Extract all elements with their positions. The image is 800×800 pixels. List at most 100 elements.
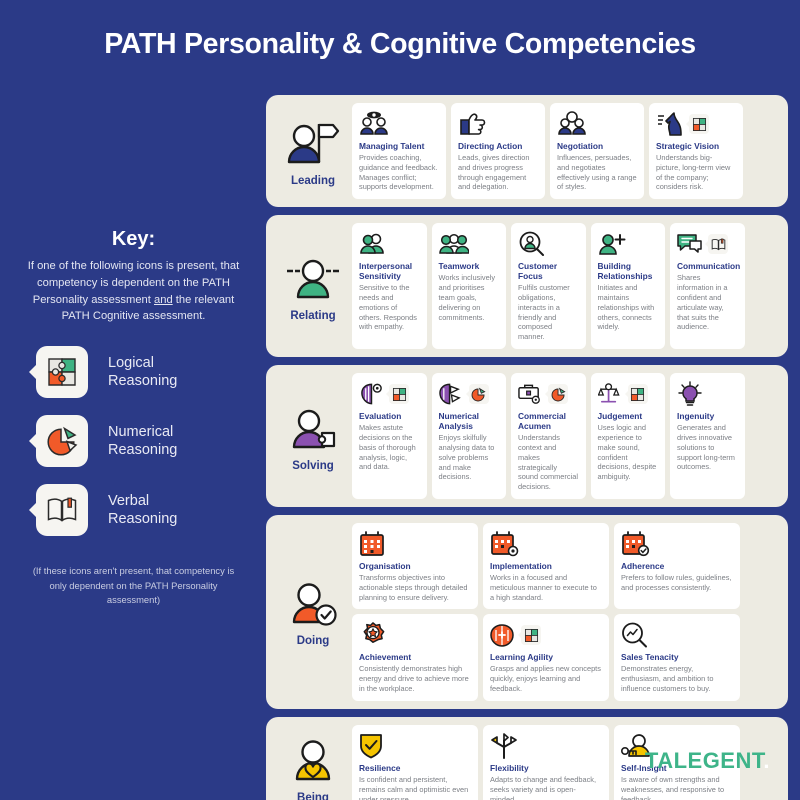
card-commercial-acumen[interactable]: Commercial Acumen Understands context an… (511, 373, 586, 500)
card-title: Teamwork (438, 261, 480, 272)
card-interpersonal-sensitivity[interactable]: Interpersonal Sensitivity Sensitive to t… (352, 223, 427, 350)
panel-solving: Solving Evaluation Makes astute decision… (266, 365, 788, 508)
logo-dot: . (763, 748, 770, 773)
card-icons (359, 620, 471, 650)
panel-name: Doing (296, 635, 330, 648)
card-flexibility[interactable]: Flexibility Adapts to change and feedbac… (483, 724, 609, 800)
brain-chart-icon (438, 383, 461, 405)
road-fork-icon (491, 733, 517, 760)
card-judgement[interactable]: Judgement Uses logic and experience to m… (590, 373, 665, 500)
trend-magnifier-icon (622, 623, 647, 648)
card-title: Commercial Acumen (518, 411, 566, 432)
person-magnifier-icon (519, 231, 544, 257)
key-heading: Key: (111, 228, 156, 250)
card-title: Achievement (359, 652, 412, 663)
card-ingenuity[interactable]: Ingenuity Generates and drives innovativ… (670, 373, 745, 500)
card-sales-tenacity[interactable]: Sales Tenacity Demonstrates energy, enth… (614, 614, 740, 701)
card-organisation[interactable]: Organisation Transforms objectives into … (352, 523, 478, 610)
person-with-dashes-icon (285, 253, 341, 303)
open-book-icon (36, 484, 88, 537)
three-people-icon (438, 234, 469, 255)
card-managing-talent[interactable]: Managing Talent Provides coaching, guida… (352, 103, 446, 200)
card-teamwork[interactable]: Teamwork Works inclusively and prioritis… (431, 223, 506, 350)
card-building-relationships[interactable]: Building Relationships Initiates and mai… (590, 223, 665, 350)
puzzle-icon (389, 384, 409, 405)
logo-text: TALEGENT (644, 748, 764, 773)
puzzle-icon (521, 625, 541, 646)
card-desc: Sensitive to the needs and emotions of o… (359, 283, 417, 332)
card-desc: Uses logic and experience to make sound,… (597, 423, 657, 482)
key-legend: Key: If one of the following icons is pr… (6, 228, 261, 608)
pointing-hand-icon (460, 113, 486, 135)
card-learning-agility[interactable]: Learning Agility Grasps and applies new … (483, 614, 609, 701)
card-communication[interactable]: Communication Shares information in a co… (670, 223, 745, 350)
panel-relating: Relating Interpersonal Sensitivity Sensi… (266, 215, 788, 358)
two-people-icon (360, 233, 384, 255)
card-adherence[interactable]: Adherence Prefers to follow rules, guide… (614, 523, 740, 610)
card-title: Learning Agility (490, 652, 553, 663)
lightbulb-icon (678, 381, 702, 406)
card-directing-action[interactable]: Directing Action Leads, gives direction … (451, 103, 545, 200)
card-icons (677, 229, 738, 259)
panel-solving-cards: Evaluation Makes astute decisions on the… (352, 373, 778, 500)
briefcase-gear-icon (518, 384, 540, 405)
key-item-numerical-reasoning: Numerical Reasoning (36, 413, 261, 469)
panel-leading-cards: Managing Talent Provides coaching, guida… (352, 103, 778, 200)
panel-doing: Doing Organisation Transforms objectives… (266, 515, 788, 709)
key-item-logical-reasoning: Logical Reasoning (36, 344, 261, 400)
person-with-puzzle-icon (285, 403, 341, 453)
card-desc: Enjoys skilfully analysing data to solve… (438, 432, 495, 482)
card-title: Strategic Vision (656, 141, 720, 151)
page-title: PATH Personality & Cognitive Competencie… (104, 28, 696, 60)
card-title: Directing Action (458, 141, 523, 151)
card-implementation[interactable]: Implementation Works in a focused and me… (483, 523, 609, 610)
card-title: Judgement (597, 411, 643, 422)
person-with-check-icon (285, 578, 341, 628)
card-desc: Prefers to follow rules, guidelines, and… (621, 572, 732, 592)
panel-name: Solving (292, 459, 334, 472)
panel-relating-cards: Interpersonal Sensitivity Sensitive to t… (352, 223, 778, 350)
pie-chart-icon (548, 384, 568, 405)
card-desc: Makes astute decisions on the basis of t… (359, 423, 416, 472)
card-title: Evaluation (359, 411, 402, 422)
calendar-check-icon (622, 530, 650, 556)
panel-doing-header: Doing (274, 523, 352, 701)
two-people-eye-icon (360, 111, 388, 135)
key-items: Logical Reasoning Numerical Reasoning Ve… (6, 344, 261, 538)
panel-doing-cards: Organisation Transforms objectives into … (352, 523, 778, 701)
card-icons (490, 620, 602, 650)
card-icons (621, 620, 733, 650)
card-title: Organisation (359, 561, 411, 572)
card-desc: Transforms objectives into actionable st… (359, 572, 468, 602)
speech-bubbles-icon (677, 234, 702, 254)
card-icons (359, 379, 420, 409)
card-icons (359, 529, 471, 559)
panel-name: Being (297, 791, 329, 800)
card-desc: Adapts to change and feedback, seeks var… (490, 774, 597, 800)
card-evaluation[interactable]: Evaluation Makes astute decisions on the… (352, 373, 427, 500)
card-achievement[interactable]: Achievement Consistently demonstrates hi… (352, 614, 478, 701)
card-negotiation[interactable]: Negotiation Influences, persuades, and n… (550, 103, 644, 200)
card-resilience[interactable]: Resilience Is confident and persistent, … (352, 724, 478, 800)
key-item-label: Numerical Reasoning (108, 423, 178, 459)
card-desc: Understands context and makes strategica… (518, 432, 578, 492)
person-plus-icon (598, 234, 625, 256)
card-title: Flexibility (490, 762, 529, 773)
card-numerical-analysis[interactable]: Numerical Analysis Enjoys skilfully anal… (431, 373, 506, 500)
card-desc: Provides coaching, guidance and feedback… (359, 152, 438, 192)
card-strategic-vision[interactable]: Strategic Vision Understands big-picture… (649, 103, 743, 200)
shield-check-icon (360, 734, 382, 759)
panel-being-header: Being (274, 725, 352, 800)
card-title: Communication (677, 261, 741, 272)
brain-gear-icon (361, 383, 382, 405)
key-note: (If these icons aren't present, that com… (32, 565, 235, 606)
card-desc: Leads, gives direction and drives progre… (458, 152, 530, 192)
card-desc: Works in a focused and meticulous manner… (490, 572, 597, 602)
panel-name: Relating (290, 309, 336, 322)
card-icons (518, 229, 579, 259)
card-desc: Consistently demonstrates high energy an… (359, 664, 469, 694)
card-desc: Grasps and applies new concepts quickly,… (490, 664, 601, 694)
card-customer-focus[interactable]: Customer Focus Fulfils customer obligati… (511, 223, 586, 350)
card-desc: Influences, persuades, and negotiates ef… (557, 152, 637, 192)
card-desc: Is confident and persistent, remains cal… (359, 774, 469, 800)
